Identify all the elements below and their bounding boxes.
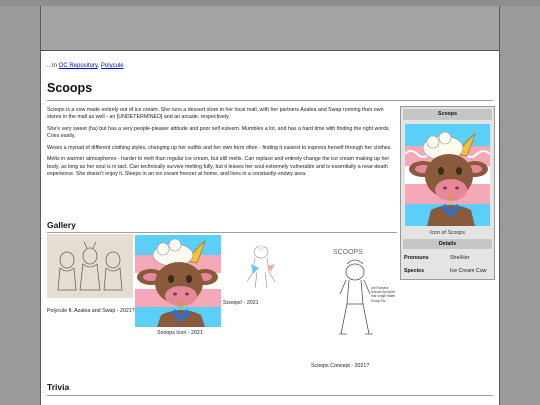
scoops-sketch-image: [237, 240, 287, 296]
concept-sketch-title: SCOOPS: [333, 249, 363, 256]
gallery-divider: [47, 232, 397, 233]
infobox: Scoops Icon of Scoops Details Pronouns S…: [400, 106, 495, 280]
gallery-item[interactable]: [47, 234, 133, 298]
infobox-row-species: Species Ice Cream Cow: [403, 265, 492, 277]
description-paragraph: Scoops is a cow made entirely out of ice…: [47, 107, 384, 121]
description-paragraph: Melts in warmer atmospheres - harder to …: [47, 156, 390, 177]
breadcrumb-link-oc-repository[interactable]: OC Repository: [59, 63, 98, 69]
infobox-value: She/Her: [450, 255, 470, 261]
concept-sketch-notes: are Rumahs Natural Sprinkles that hedge …: [371, 286, 396, 303]
infobox-row-pronouns: Pronouns She/Her: [403, 252, 492, 264]
gallery-caption: Scoops Icon - 2021: [157, 330, 203, 336]
gallery-item[interactable]: SCOOPS are Rumahs Natural Sprinkles that…: [325, 242, 397, 348]
scoops-concept-image: SCOOPS are Rumahs Natural Sprinkles that…: [325, 242, 397, 348]
infobox-image[interactable]: [405, 124, 490, 226]
infobox-details-heading: Details: [403, 239, 492, 249]
page-title: Scoops: [47, 81, 93, 95]
trivia-divider: [47, 395, 493, 396]
infobox-key: Species: [404, 268, 425, 274]
gallery-item[interactable]: [237, 240, 287, 296]
description: Scoops is a cow made entirely out of ice…: [47, 107, 397, 183]
gallery-caption: Polycule ft. Azalea and Swap - 2021?: [47, 308, 135, 314]
infobox-title: Scoops: [403, 109, 492, 120]
breadcrumb-prefix: ...In: [47, 63, 59, 69]
breadcrumb-link-polycule[interactable]: Polycule: [101, 63, 124, 69]
trivia-heading: Trivia: [47, 382, 70, 392]
wiki-page: ...In OC Repository, Polycule Scoops Sco…: [40, 6, 500, 405]
gallery-heading: Gallery: [47, 220, 76, 230]
site-header-bar: [41, 6, 499, 51]
title-divider: [47, 100, 493, 101]
infobox-key: Pronouns: [404, 255, 429, 261]
infobox-value: Ice Cream Cow: [450, 268, 487, 274]
scoops-icon-gallery-image: [135, 235, 221, 327]
scoops-icon-art: [405, 124, 490, 226]
gallery-caption: Scoops Concept - 2021?: [311, 363, 370, 369]
polycule-sketch-image: [47, 234, 133, 298]
gallery-caption: Scoops! - 2021: [223, 300, 259, 306]
description-paragraph: Wears a myriad of different clothing sty…: [47, 144, 392, 151]
description-paragraph: She's very sweet (ha) but has a very peo…: [47, 125, 391, 140]
gallery-item[interactable]: [135, 235, 221, 327]
breadcrumb: ...In OC Repository, Polycule: [47, 63, 124, 69]
infobox-caption: Icon of Scoops: [429, 230, 466, 236]
